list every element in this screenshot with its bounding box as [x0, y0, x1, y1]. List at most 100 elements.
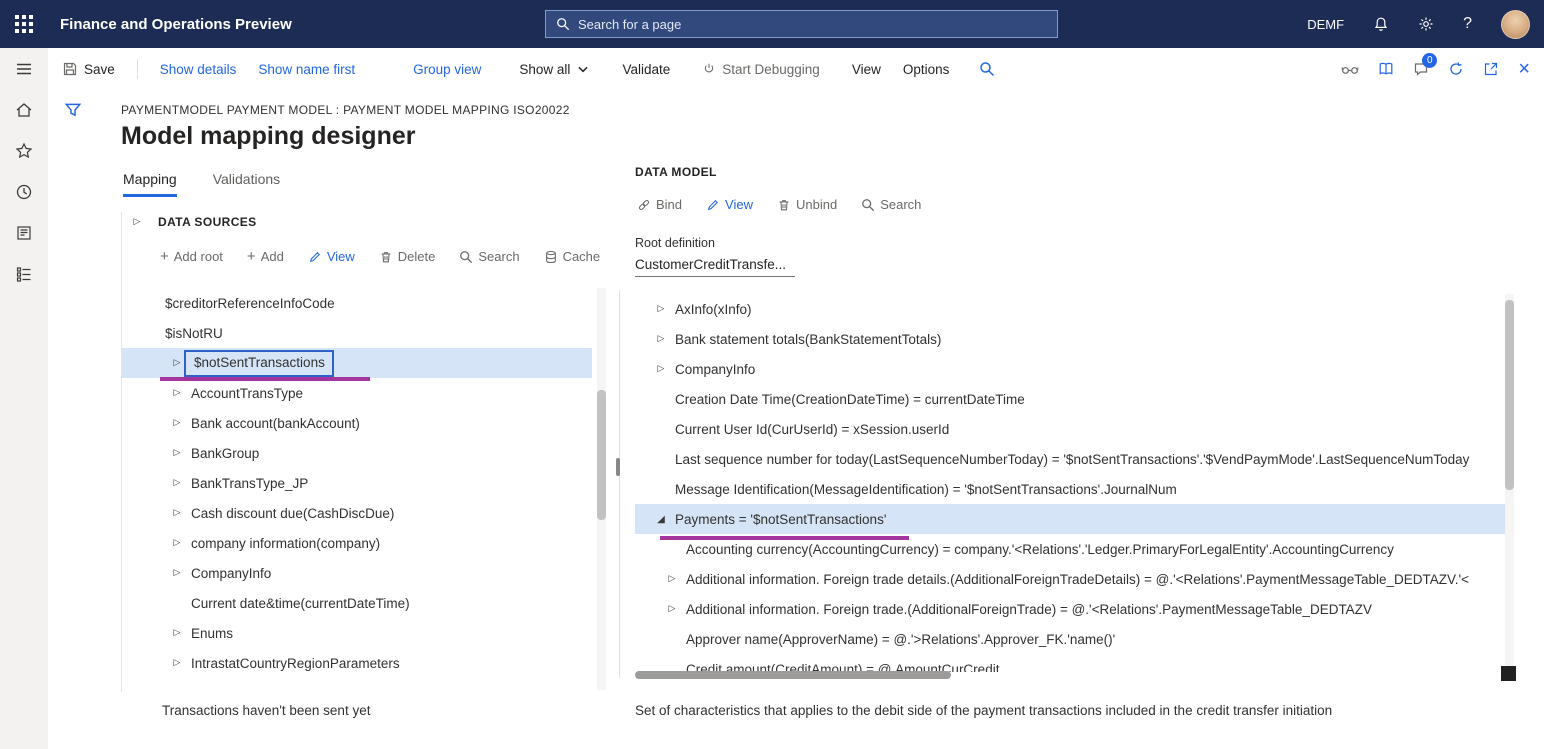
- app-launcher-icon[interactable]: [0, 0, 48, 48]
- add-root-button[interactable]: + Add root: [160, 249, 223, 264]
- page-search-box[interactable]: [545, 10, 1058, 38]
- tree-item[interactable]: ▷ AccountTransType: [121, 378, 592, 408]
- glasses-icon[interactable]: [1341, 60, 1359, 78]
- book-icon[interactable]: [1378, 61, 1394, 77]
- tree-item[interactable]: Current User Id(CurUserId) = xSession.us…: [635, 414, 1510, 444]
- unbind-button[interactable]: Unbind: [777, 197, 837, 212]
- gear-icon[interactable]: [1418, 16, 1434, 32]
- show-all-dropdown[interactable]: Show all: [519, 62, 590, 77]
- tree-item[interactable]: ▷ CompanyInfo: [121, 558, 592, 588]
- search-icon: [556, 17, 570, 31]
- add-button[interactable]: + Add: [247, 249, 284, 264]
- expander-collapsed-icon[interactable]: ▷: [166, 418, 188, 428]
- expander-collapsed-icon[interactable]: ▷: [661, 574, 683, 584]
- scrollbar-thumb[interactable]: [597, 390, 606, 520]
- root-definition-field[interactable]: CustomerCreditTransfe...: [635, 257, 795, 277]
- expander-collapsed-icon[interactable]: ▷: [166, 448, 188, 458]
- expander-collapsed-icon[interactable]: ▷: [166, 508, 188, 518]
- search-input[interactable]: [578, 17, 1047, 32]
- tree-item[interactable]: Message Identification(MessageIdentifica…: [635, 474, 1510, 504]
- data-sources-header: ▷ DATA SOURCES: [126, 215, 257, 229]
- tree-item[interactable]: ▷ AxInfo(xInfo): [635, 294, 1510, 324]
- scrollbar-thumb[interactable]: [1505, 300, 1514, 490]
- tree-item[interactable]: ▷ Bank statement totals(BankStatementTot…: [635, 324, 1510, 354]
- view-button[interactable]: View: [308, 249, 355, 264]
- top-navigation-bar: Finance and Operations Preview DEMF ?: [0, 0, 1544, 48]
- bind-button[interactable]: Bind: [637, 197, 682, 212]
- scrollbar-corner: [1501, 666, 1516, 681]
- topbar-right-cluster: DEMF ?: [1307, 0, 1544, 48]
- hamburger-menu-icon[interactable]: [0, 48, 48, 89]
- tree-item[interactable]: ▷ Additional information. Foreign trade.…: [635, 594, 1510, 624]
- selected-node-marker: [160, 377, 370, 381]
- tree-item[interactable]: Last sequence number for today(LastSeque…: [635, 444, 1510, 474]
- recent-clock-icon[interactable]: [0, 171, 48, 212]
- expander-collapsed-icon[interactable]: ▷: [166, 478, 188, 488]
- help-icon[interactable]: ?: [1463, 15, 1472, 33]
- expander-collapsed-icon[interactable]: ▷: [166, 388, 188, 398]
- show-name-first-button[interactable]: Show name first: [258, 62, 355, 77]
- expander-collapsed-icon[interactable]: ▷: [650, 364, 672, 374]
- tree-item[interactable]: ▷ company information(company): [121, 528, 592, 558]
- filter-icon[interactable]: [64, 101, 82, 119]
- expander-collapsed-icon[interactable]: ▷: [166, 628, 188, 638]
- expander-collapsed-icon[interactable]: ▷: [126, 217, 148, 227]
- avatar[interactable]: [1501, 10, 1530, 39]
- tree-item[interactable]: ▷ CompanyInfo: [635, 354, 1510, 384]
- expander-expanded-icon[interactable]: ◢: [650, 514, 672, 525]
- refresh-icon[interactable]: [1448, 61, 1464, 77]
- news-icon[interactable]: [0, 212, 48, 253]
- expander-collapsed-icon[interactable]: ▷: [650, 304, 672, 314]
- tree-item[interactable]: Credit amount(CreditAmount) = @.AmountCu…: [635, 654, 1510, 672]
- close-icon[interactable]: ×: [1518, 59, 1530, 79]
- tree-item[interactable]: ▷ Additional information. Foreign trade …: [635, 564, 1510, 594]
- expander-collapsed-icon[interactable]: ▷: [166, 568, 188, 578]
- tree-item[interactable]: $creditorReferenceInfoCode: [121, 288, 592, 318]
- tree-item[interactable]: $isNotRU: [121, 318, 592, 348]
- tree-item[interactable]: ▷ IntrastatCountryRegionParameters: [121, 648, 592, 678]
- open-in-new-window-icon[interactable]: [1483, 61, 1499, 77]
- horizontal-scrollbar-thumb[interactable]: [635, 671, 951, 679]
- start-debugging-button[interactable]: Start Debugging: [702, 62, 820, 77]
- view-menu[interactable]: View: [852, 62, 881, 77]
- action-bar: Save Show details Show name first Group …: [48, 48, 1544, 90]
- tab-validations[interactable]: Validations: [213, 171, 280, 197]
- tree-item[interactable]: ▷ Bank account(bankAccount): [121, 408, 592, 438]
- favorites-star-icon[interactable]: [0, 130, 48, 171]
- delete-button[interactable]: Delete: [379, 249, 436, 264]
- options-menu[interactable]: Options: [903, 62, 950, 77]
- tree-item[interactable]: Approver name(ApproverName) = @.'>Relati…: [635, 624, 1510, 654]
- message-count-badge: 0: [1422, 53, 1437, 68]
- company-picker[interactable]: DEMF: [1307, 17, 1344, 32]
- cache-button[interactable]: Cache: [544, 249, 601, 264]
- tree-item[interactable]: ▷ BankGroup: [121, 438, 592, 468]
- tree-item[interactable]: ▷ Cash discount due(CashDiscDue): [121, 498, 592, 528]
- page-title: Model mapping designer: [121, 122, 415, 151]
- validate-button[interactable]: Validate: [622, 62, 670, 77]
- home-icon[interactable]: [0, 89, 48, 130]
- app-title[interactable]: Finance and Operations Preview: [60, 16, 292, 33]
- tree-item[interactable]: ▷ Enums: [121, 618, 592, 648]
- save-button[interactable]: Save: [62, 61, 115, 77]
- tree-item[interactable]: ▷ BankTransType_JP: [121, 468, 592, 498]
- tree-item-selected[interactable]: ◢ Payments = '$notSentTransactions': [635, 504, 1510, 534]
- search-button[interactable]: Search: [861, 197, 921, 212]
- action-search-icon[interactable]: [979, 61, 995, 77]
- tab-mapping[interactable]: Mapping: [123, 171, 177, 197]
- expander-collapsed-icon[interactable]: ▷: [650, 334, 672, 344]
- messages-button[interactable]: 0: [1413, 61, 1429, 77]
- view-button[interactable]: View: [706, 197, 753, 212]
- search-button[interactable]: Search: [459, 249, 519, 264]
- group-view-button[interactable]: Group view: [413, 62, 481, 77]
- root-definition-label: Root definition: [635, 236, 715, 250]
- tree-item[interactable]: Creation Date Time(CreationDateTime) = c…: [635, 384, 1510, 414]
- splitter-grip[interactable]: [616, 458, 620, 476]
- bell-icon[interactable]: [1373, 16, 1389, 32]
- show-details-button[interactable]: Show details: [160, 62, 237, 77]
- tree-item[interactable]: Current date&time(currentDateTime): [121, 588, 592, 618]
- tree-item-selected[interactable]: ▷ $notSentTransactions: [121, 348, 592, 378]
- expander-collapsed-icon[interactable]: ▷: [166, 658, 188, 668]
- expander-collapsed-icon[interactable]: ▷: [166, 538, 188, 548]
- expander-collapsed-icon[interactable]: ▷: [661, 604, 683, 614]
- worklist-icon[interactable]: [0, 253, 48, 294]
